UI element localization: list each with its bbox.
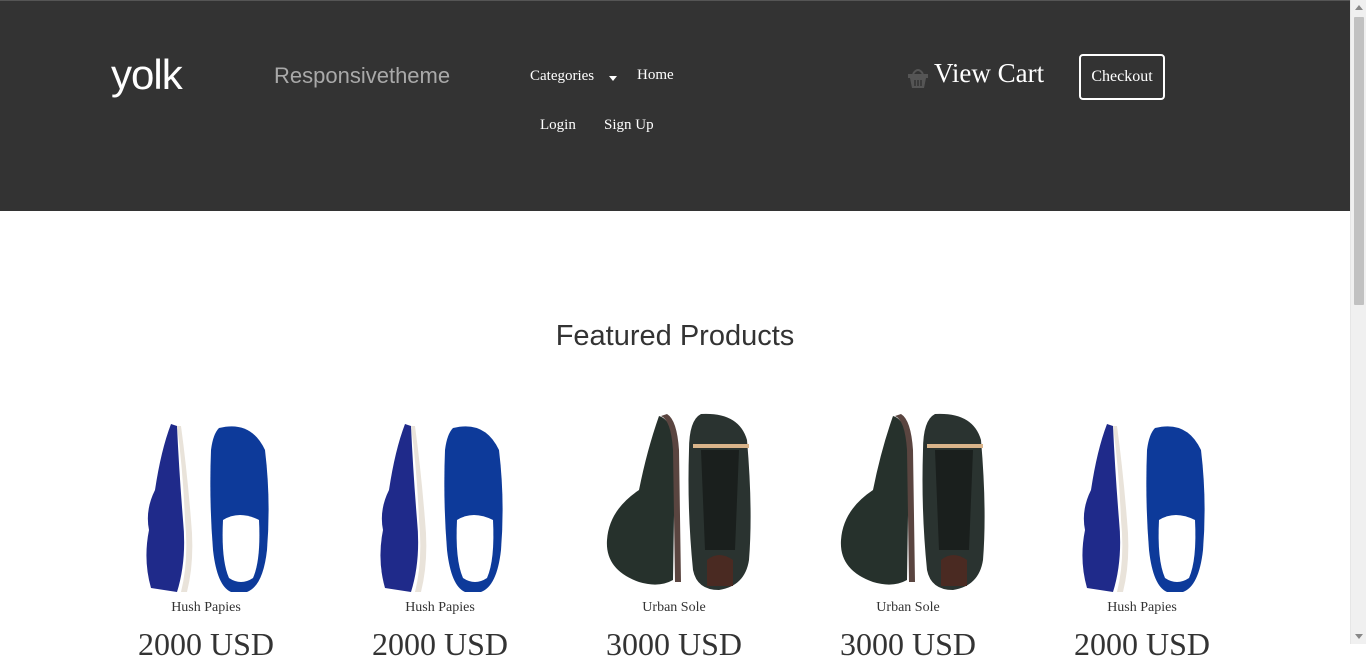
product-name[interactable]: Urban Sole	[557, 600, 791, 616]
checkout-button[interactable]: Checkout	[1079, 54, 1165, 100]
basket-icon[interactable]	[907, 65, 929, 89]
nav-signup[interactable]: Sign Up	[604, 117, 654, 134]
product-name[interactable]: Urban Sole	[791, 600, 1025, 616]
product-price: 3000 USD	[839, 626, 976, 662]
product-name[interactable]: Hush Papies	[1025, 600, 1259, 616]
nav-login[interactable]: Login	[540, 117, 576, 134]
product-card[interactable]: Hush Papies 2000 USD	[89, 410, 323, 662]
nav-categories[interactable]: Categories	[530, 68, 594, 85]
scroll-up-icon[interactable]	[1355, 5, 1363, 10]
product-card[interactable]: Urban Sole 3000 USD	[791, 410, 1025, 662]
vertical-scrollbar[interactable]	[1350, 0, 1366, 644]
blue-loafer-image[interactable]	[365, 410, 515, 596]
chevron-down-icon[interactable]	[609, 76, 617, 81]
product-card[interactable]: Hush Papies 2000 USD	[1025, 410, 1259, 662]
product-price: 2000 USD	[1073, 626, 1210, 662]
featured-products-heading: Featured Products	[555, 320, 795, 352]
site-logo[interactable]: yolk	[111, 51, 183, 99]
blue-loafer-image[interactable]	[1067, 410, 1217, 596]
scroll-down-icon[interactable]	[1355, 634, 1363, 639]
scrollbar-thumb[interactable]	[1354, 17, 1364, 305]
product-price: 3000 USD	[605, 626, 742, 662]
blue-loafer-image[interactable]	[131, 410, 281, 596]
product-price: 2000 USD	[137, 626, 274, 662]
black-hightop-image[interactable]	[589, 410, 759, 596]
nav-home[interactable]: Home	[637, 67, 674, 84]
site-tagline: Responsivetheme	[274, 63, 451, 88]
product-card[interactable]: Urban Sole 3000 USD	[557, 410, 791, 662]
product-name[interactable]: Hush Papies	[89, 600, 323, 616]
product-name[interactable]: Hush Papies	[323, 600, 557, 616]
site-header: yolk Responsivetheme Categories Home Log…	[0, 0, 1350, 211]
black-hightop-image[interactable]	[823, 410, 993, 596]
product-price: 2000 USD	[371, 626, 508, 662]
product-card[interactable]: Hush Papies 2000 USD	[323, 410, 557, 662]
view-cart-link[interactable]: View Cart	[934, 58, 1044, 89]
